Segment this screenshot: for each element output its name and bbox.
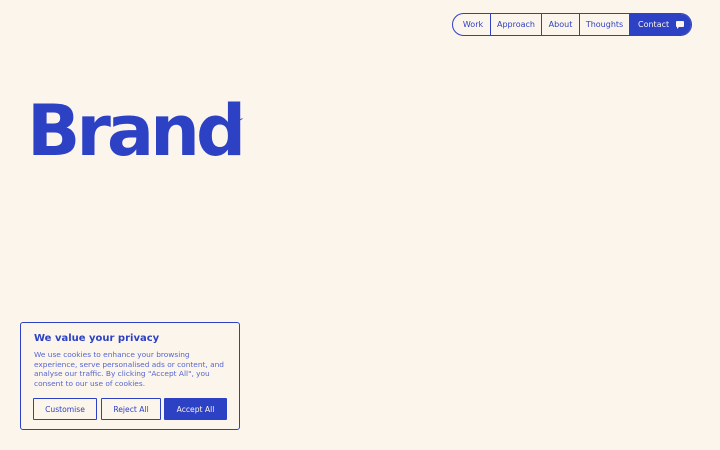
cookie-consent-panel: We value your privacy We use cookies to … [20, 322, 240, 430]
cookie-description: We use cookies to enhance your browsing … [34, 350, 225, 389]
accept-all-button[interactable]: Accept All [164, 398, 227, 420]
nav-item-contact[interactable]: Contact [630, 14, 691, 35]
nav-item-work[interactable]: Work [453, 14, 491, 35]
chat-bubble-icon [676, 21, 685, 29]
brand-logo[interactable]: Brand [27, 96, 246, 166]
main-nav: Work Approach About Thoughts Contact [452, 13, 692, 36]
logo-accent-mark [233, 118, 243, 124]
nav-item-thoughts[interactable]: Thoughts [580, 14, 630, 35]
cookie-title: We value your privacy [34, 333, 160, 344]
nav-item-contact-label: Contact [638, 20, 670, 29]
customise-button[interactable]: Customise [33, 398, 97, 420]
nav-item-approach[interactable]: Approach [491, 14, 542, 35]
nav-item-about[interactable]: About [542, 14, 580, 35]
reject-all-button[interactable]: Reject All [101, 398, 161, 420]
